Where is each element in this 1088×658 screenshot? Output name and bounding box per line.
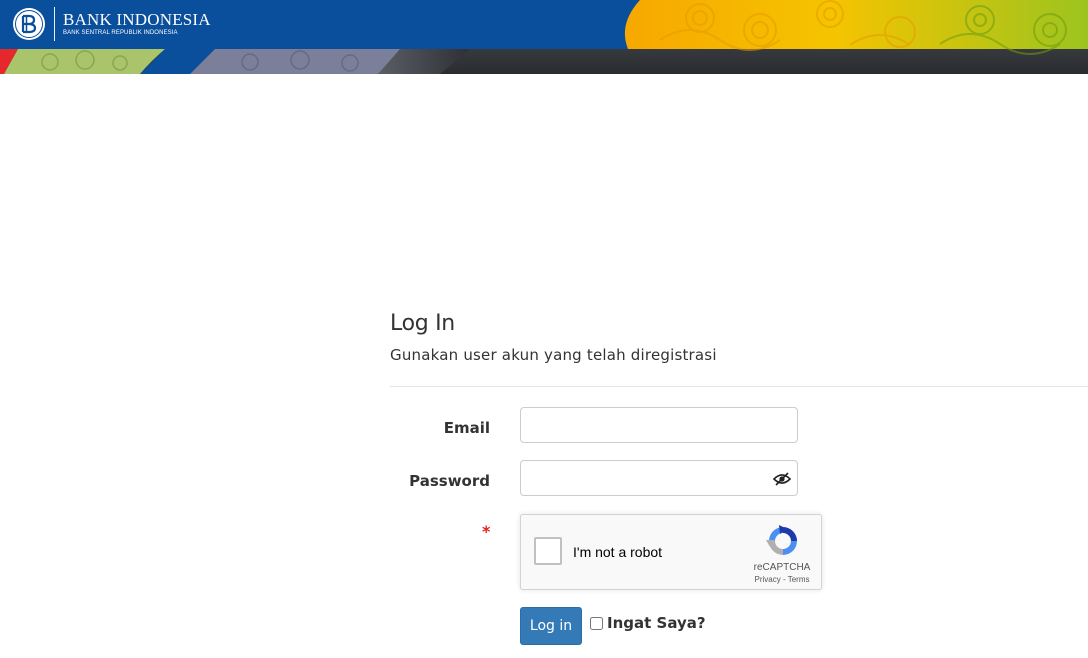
required-marker: * [482,522,491,541]
email-label: Email [443,419,490,437]
brand-title: BANK INDONESIA [63,10,211,29]
recaptcha-label: I'm not a robot [573,544,663,560]
recaptcha-link-separator: - [780,575,788,584]
page-title: Log In [390,311,455,336]
eye-slash-icon[interactable] [772,472,792,486]
brand-text: BANK INDONESIA BANK SENTRAL REPUBLIK IND… [63,11,211,37]
recaptcha-logo-icon [766,525,797,555]
recaptcha-widget: I'm not a robot reCAPTCHA Privacy - Term… [520,514,822,590]
password-label: Password [409,472,490,490]
bank-indonesia-seal-icon [13,8,45,40]
recaptcha-checkbox[interactable] [534,537,562,565]
remember-me-checkbox[interactable] [590,617,603,630]
recaptcha-terms-link[interactable]: Terms [788,575,810,584]
login-button[interactable]: Log in [520,607,582,645]
recaptcha-privacy-link[interactable]: Privacy [755,575,781,584]
email-field[interactable] [520,407,798,443]
brand-logo[interactable]: BANK INDONESIA BANK SENTRAL REPUBLIK IND… [12,4,211,44]
brand-subtitle: BANK SENTRAL REPUBLIK INDONESIA [63,30,178,36]
site-header: BANK INDONESIA BANK SENTRAL REPUBLIK IND… [0,0,1088,74]
section-divider [390,386,1088,387]
logo-divider [54,7,55,41]
recaptcha-links: Privacy - Terms [747,575,817,584]
page-subtitle: Gunakan user akun yang telah diregistras… [390,346,717,364]
recaptcha-brand: reCAPTCHA [753,562,811,573]
remember-me-label[interactable]: Ingat Saya? [607,614,706,632]
password-field[interactable] [520,460,798,496]
